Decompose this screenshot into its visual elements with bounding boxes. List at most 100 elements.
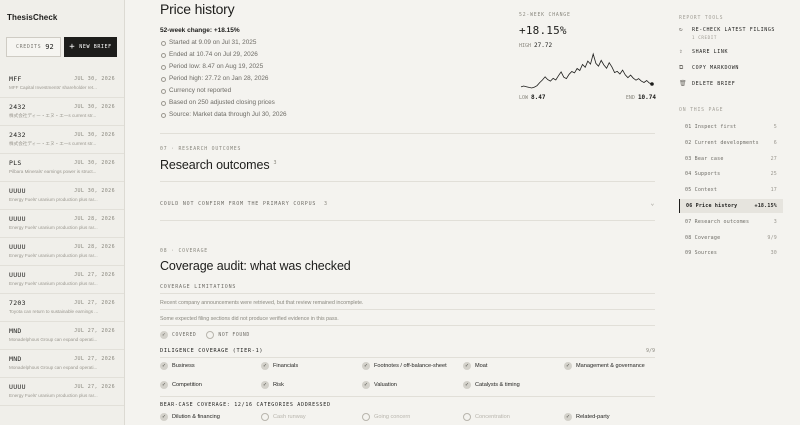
price-facts-list: Started at 9.09 on Jul 31, 2025 Ended at … [160,39,287,123]
brief-list-item[interactable]: MFF JUL 30, 2026 MFF Capital Investments' … [0,70,124,98]
on-this-page-label: ON THIS PAGE [679,108,724,113]
coverage-item: ✓ Valuation [362,381,448,389]
report-tool-sub: 1 CREDIT [692,35,717,40]
price-fact: Based on 250 adjusted closing prices [160,99,287,111]
new-brief-button[interactable]: + NEW BRIEF [64,37,117,57]
coverage-item: ✓ Management & governance [564,362,656,370]
brief-list-item[interactable]: 7203 JUL 27, 2026 Toyota can return to sus… [0,294,124,322]
brief-ticker: UUUU [9,383,26,391]
brief-date: JUL 27, 2026 [74,272,115,278]
brief-date: JUL 27, 2026 [74,384,115,390]
empty-circle-icon [261,413,269,421]
brief-date: JUL 28, 2026 [74,244,115,250]
brief-ticker: MND [9,355,22,363]
brief-list-item[interactable]: MND JUL 27, 2026 Monadelphous Group can ex… [0,350,124,378]
nav-item-section[interactable]: 06 Price history +18.15% [679,199,783,213]
nav-item-count: 3 [773,218,777,225]
chart-high-label: HIGH [519,43,532,49]
nav-item-section[interactable]: 04 Supports 25 [679,167,783,181]
nav-item-section[interactable]: 02 Current developments 6 [679,136,783,150]
new-brief-label: NEW BRIEF [79,44,112,50]
report-tool-button[interactable]: ↻ RE-CHECK LATEST FILINGS 1 CREDIT [679,27,775,41]
check-icon: ✓ [564,413,572,421]
nav-item-count: 30 [770,250,777,257]
chart-end: END 10.74 [626,94,656,101]
brand-logo[interactable]: ThesisCheck [7,13,57,22]
brief-ticker: UUUU [9,215,26,223]
coverage-item-label: Valuation [374,382,397,388]
could-not-confirm-row[interactable]: COULD NOT CONFIRM FROM THE PRIMARY CORPU… [160,200,655,207]
brief-summary: Energy Fuels' uranium production plus ra… [9,253,98,258]
coverage-item-label: Risk [273,382,284,388]
report-tool-label: COPY MARKDOWN [692,65,739,71]
price-fact: Currency not reported [160,87,287,99]
check-icon: ✓ [261,362,269,370]
nav-item-section[interactable]: 08 Coverage 9/9 [679,231,783,245]
brief-list-item[interactable]: MND JUL 27, 2026 Monadelphous Group can ex… [0,322,124,350]
divider [160,181,655,182]
price-series-line [520,52,653,89]
coverage-item-label: Footnotes / off-balance-sheet [374,363,447,369]
price-fact: Ended at 10.74 on Jul 29, 2026 [160,51,287,63]
nav-item-section[interactable]: 03 Bear case 27 [679,152,783,166]
nav-item-label: 05 Context [685,187,718,194]
bear-coverage-label: BEAR-CASE COVERAGE: 12/16 CATEGORIES ADD… [160,402,331,408]
brief-list-item[interactable]: UUUU JUL 30, 2026 Energy Fuels' uranium pr… [0,182,124,210]
brief-list-item[interactable]: UUUU JUL 27, 2026 Energy Fuels' uranium pr… [0,378,124,406]
nav-item-label: 06 Price history [686,203,738,209]
check-icon: ✓ [463,362,471,370]
empty-circle-icon [463,413,471,421]
chart-low-value: 8.47 [531,94,546,101]
brief-list-item[interactable]: UUUU JUL 27, 2026 Energy Fuels' uranium pr… [0,266,124,294]
divider [160,133,655,134]
coverage-item-label: Competition [172,382,202,388]
nav-item-section[interactable]: 01 Inspect first 5 [679,120,783,134]
check-icon: ✓ [160,362,168,370]
brief-summary: Monadelphous Group can expand operati... [9,337,98,342]
check-icon: ✓ [362,362,370,370]
divider [160,325,655,326]
brief-date: JUL 28, 2026 [74,216,115,222]
chart-end-value: 10.74 [637,94,656,101]
report-tool-button[interactable]: ⧉ COPY MARKDOWN [679,64,739,72]
chart-eyebrow: 52-WEEK CHANGE [519,13,571,18]
nav-item-count: 27 [770,155,777,162]
divider [160,396,655,397]
nav-item-label: 02 Current developments [685,139,759,146]
end-point-marker [650,82,654,86]
nav-item-section[interactable]: 09 Sources 30 [679,246,783,260]
brief-ticker: MND [9,327,22,335]
brief-date: JUL 30, 2026 [74,76,115,82]
report-tool-label: DELETE BRIEF [692,81,736,87]
report-tool-button[interactable]: 🗑 DELETE BRIEF [679,81,735,88]
report-tools-label: REPORT TOOLS [679,16,724,21]
nav-item-label: 04 Supports [685,171,721,178]
divider [160,220,655,221]
report-tool-text: DELETE BRIEF [692,81,735,87]
brief-summary: 株式会社ディー・エヌ・エーs current str... [9,141,97,146]
nav-item-section[interactable]: 07 Research outcomes 3 [679,215,783,229]
chevron-down-icon[interactable]: ⌄ [651,200,655,207]
coverage-item: ✓ Footnotes / off-balance-sheet [362,362,448,370]
report-tool-button[interactable]: ⇪ SHARE LINK [679,49,728,56]
coverage-item-label: Dilution & financing [172,414,220,420]
brief-ticker: 7203 [9,299,26,307]
coverage-item: ✓ Moat [463,362,555,370]
coverage-item-label: Cash runway [273,414,306,420]
brief-list-item[interactable]: UUUU JUL 28, 2026 Energy Fuels' uranium pr… [0,210,124,238]
brief-list-item[interactable]: PLS JUL 30, 2026 Pilbara Minerals' earning… [0,154,124,182]
brief-date: JUL 30, 2026 [74,188,115,194]
brief-list-item[interactable]: 2432 JUL 30, 2026 株式会社ディー・エヌ・エーs current s… [0,98,124,126]
price-chart-panel: 52-WEEK CHANGE +18.15% HIGH 27.72 LOW 8.47… [519,0,656,105]
nav-item-section[interactable]: 05 Context 17 [679,183,783,197]
copy-icon: ⧉ [679,64,684,71]
nav-item-count: 9/9 [767,234,777,241]
diligence-coverage-label: DILIGENCE COVERAGE (TIER-1) [160,348,264,354]
report-tool-text: RE-CHECK LATEST FILINGS 1 CREDIT [692,27,775,40]
brief-list-item[interactable]: UUUU JUL 28, 2026 Energy Fuels' uranium pr… [0,238,124,266]
coverage-item-label: Moat [475,363,488,369]
brief-list-item[interactable]: 2432 JUL 30, 2026 株式会社ディー・エヌ・エーs current s… [0,126,124,154]
nav-item-count: 5 [773,124,777,130]
could-not-confirm-count: 3 [324,201,328,207]
coverage-item: ✓ Financials [261,362,353,370]
